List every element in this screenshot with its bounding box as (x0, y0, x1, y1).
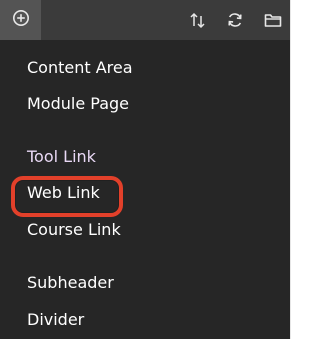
refresh-button[interactable] (224, 9, 246, 31)
menu-item-content-area[interactable]: Content Area (27, 58, 133, 78)
menu-toolbar (0, 0, 290, 40)
sort-arrows-icon (188, 10, 208, 30)
add-menu-dropdown: Content Area Module Page Tool Link Web L… (0, 40, 290, 339)
plus-circle-icon (12, 9, 30, 31)
menu-item-tool-link[interactable]: Tool Link (27, 147, 96, 167)
scrollbar[interactable] (290, 0, 302, 339)
menu-item-course-link[interactable]: Course Link (27, 220, 121, 240)
menu-item-subheader[interactable]: Subheader (27, 273, 114, 293)
add-menu-screenshot: Content Area Module Page Tool Link Web L… (0, 0, 302, 339)
menu-item-web-link[interactable]: Web Link (27, 183, 100, 203)
menu-item-divider[interactable]: Divider (27, 310, 84, 330)
sort-button[interactable] (187, 9, 209, 31)
add-menu-item-button[interactable] (0, 0, 41, 40)
folder-button[interactable] (262, 9, 284, 31)
menu-item-module-page[interactable]: Module Page (27, 94, 129, 114)
refresh-icon (225, 10, 245, 30)
folder-icon (263, 10, 283, 30)
